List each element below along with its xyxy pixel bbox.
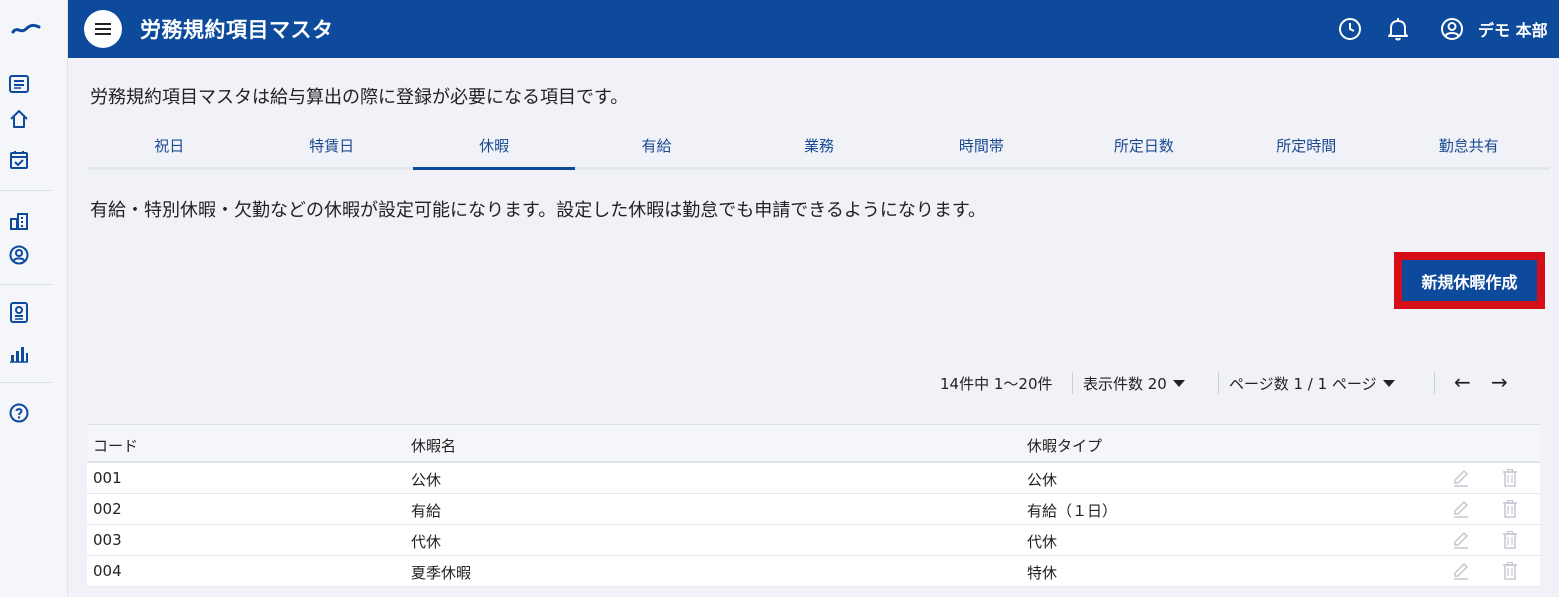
help-icon[interactable] xyxy=(8,402,30,424)
cell-name: 夏季休暇 xyxy=(411,564,472,582)
cell-code: 002 xyxy=(93,500,122,518)
edit-pencil-icon[interactable] xyxy=(1451,530,1471,550)
table-row[interactable]: 001 公休 公休 xyxy=(87,463,1540,494)
edit-pencil-icon[interactable] xyxy=(1451,499,1471,519)
page-description: 労務規約項目マスタは給与算出の際に登録が必要になる項目です。 xyxy=(90,87,629,108)
column-header-type[interactable]: 休暇タイプ xyxy=(1027,435,1102,456)
table-row[interactable]: 002 有給 有給（１日） xyxy=(87,494,1540,525)
delete-trash-icon[interactable] xyxy=(1500,468,1520,488)
page-select[interactable]: ページ数 1 / 1 ページ xyxy=(1229,372,1395,394)
account-icon[interactable] xyxy=(1439,16,1465,42)
logo-icon[interactable] xyxy=(0,0,52,58)
delete-trash-icon[interactable] xyxy=(1500,561,1520,581)
tab-scheduled-hours[interactable]: 所定時間 xyxy=(1225,124,1387,167)
cell-code: 001 xyxy=(93,469,122,487)
cell-type: 公休 xyxy=(1027,471,1058,489)
column-header-code[interactable]: コード xyxy=(93,435,138,456)
table-row[interactable]: 004 夏季休暇 特休 xyxy=(87,556,1540,587)
tab-bar: 祝日 特賃日 休暇 有給 業務 時間帯 所定日数 所定時間 勤怠共有 xyxy=(88,124,1550,170)
table-header: コード 休暇名 休暇タイプ xyxy=(87,425,1540,463)
next-page-arrow-icon[interactable]: → xyxy=(1491,370,1508,394)
create-leave-button[interactable]: 新規休暇作成 xyxy=(1402,260,1537,301)
caret-down-icon xyxy=(1172,379,1185,387)
list-icon[interactable] xyxy=(8,73,30,95)
app-header: 労務規約項目マスタ デモ 本部 xyxy=(68,0,1559,58)
tab-work[interactable]: 業務 xyxy=(738,124,900,167)
tab-paid-leave[interactable]: 有給 xyxy=(575,124,737,167)
tab-description: 有給・特別休暇・欠勤などの休暇が設定可能になります。設定した休暇は勤怠でも申請で… xyxy=(90,200,987,221)
edit-pencil-icon[interactable] xyxy=(1451,468,1471,488)
cell-code: 004 xyxy=(93,562,122,580)
hamburger-menu-button[interactable] xyxy=(84,10,122,48)
id-badge-icon[interactable] xyxy=(8,301,30,323)
cell-type: 特休 xyxy=(1027,564,1058,582)
cell-name: 代休 xyxy=(411,533,442,551)
cell-type: 代休 xyxy=(1027,533,1058,551)
tab-attendance-share[interactable]: 勤怠共有 xyxy=(1388,124,1550,167)
leave-table: コード 休暇名 休暇タイプ 001 公休 公休 002 有給 有給（１日） 00… xyxy=(87,424,1540,587)
hamburger-icon xyxy=(95,23,111,35)
column-header-name[interactable]: 休暇名 xyxy=(411,435,456,456)
tab-holiday[interactable]: 祝日 xyxy=(88,124,250,167)
history-clock-icon[interactable] xyxy=(1337,16,1363,42)
cell-code: 003 xyxy=(93,531,122,549)
per-page-select[interactable]: 表示件数 20 xyxy=(1083,372,1185,394)
tab-special-pay-day[interactable]: 特賃日 xyxy=(250,124,412,167)
delete-trash-icon[interactable] xyxy=(1500,499,1520,519)
bar-chart-icon[interactable] xyxy=(8,343,30,365)
caret-down-icon xyxy=(1382,379,1395,387)
tab-time-slot[interactable]: 時間帯 xyxy=(900,124,1062,167)
calendar-check-icon[interactable] xyxy=(8,149,30,171)
per-page-label: 表示件数 20 xyxy=(1083,374,1167,393)
page-label: ページ数 1 / 1 ページ xyxy=(1229,374,1377,393)
page-title: 労務規約項目マスタ xyxy=(140,18,334,42)
tab-leave[interactable]: 休暇 xyxy=(412,124,576,170)
cell-type: 有給（１日） xyxy=(1027,502,1118,520)
highlight-frame: 新規休暇作成 xyxy=(1394,252,1545,309)
bell-icon[interactable] xyxy=(1385,16,1411,42)
edit-pencil-icon[interactable] xyxy=(1451,561,1471,581)
side-rail xyxy=(0,0,68,597)
result-summary: 14件中 1〜20件 xyxy=(940,374,1053,393)
delete-trash-icon[interactable] xyxy=(1500,530,1520,550)
cell-name: 公休 xyxy=(411,471,442,489)
cell-name: 有給 xyxy=(411,502,442,520)
table-row[interactable]: 003 代休 代休 xyxy=(87,525,1540,556)
user-circle-icon[interactable] xyxy=(8,244,30,266)
home-icon[interactable] xyxy=(8,108,30,130)
building-icon[interactable] xyxy=(8,210,30,232)
user-name[interactable]: デモ 本部 xyxy=(1478,17,1548,41)
tab-scheduled-days[interactable]: 所定日数 xyxy=(1063,124,1225,167)
prev-page-arrow-icon[interactable]: ← xyxy=(1454,370,1471,394)
